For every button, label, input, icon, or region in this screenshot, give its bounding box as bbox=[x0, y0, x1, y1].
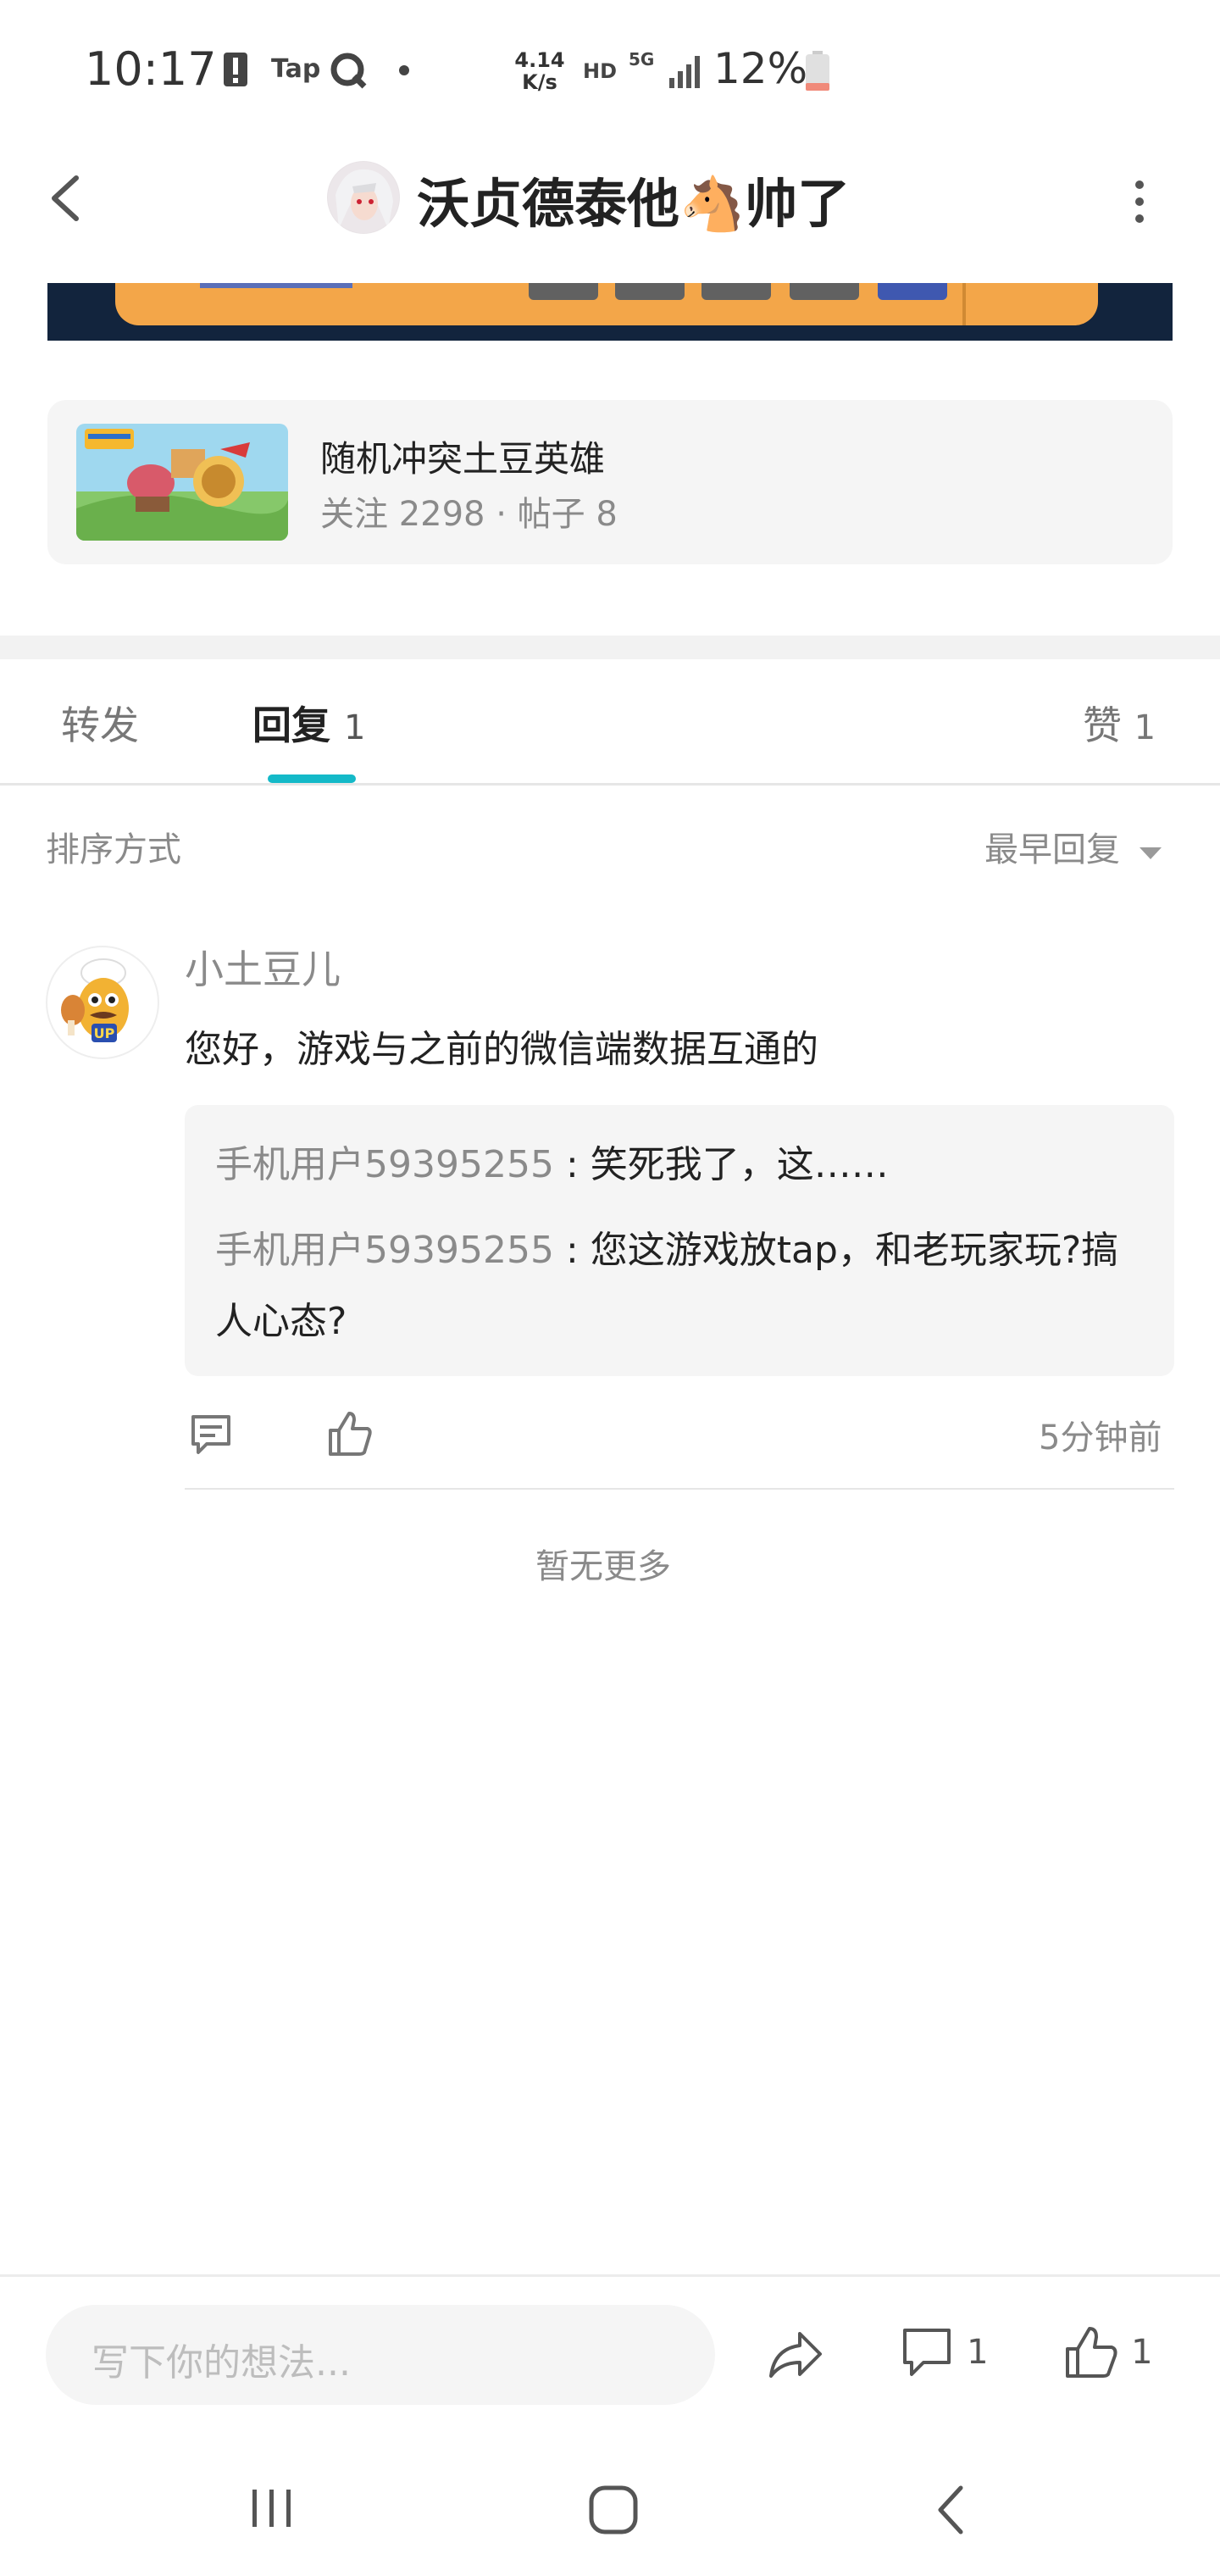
reply-user[interactable]: 手机用户59395255 bbox=[215, 1143, 554, 1186]
notification-dot-icon bbox=[399, 65, 409, 75]
post-header: 沃贞德泰他🐴帅了 bbox=[0, 136, 1220, 288]
tab-likes-count: 1 bbox=[1134, 708, 1156, 747]
network-type: 5G bbox=[629, 49, 655, 69]
nav-back-icon[interactable] bbox=[932, 2483, 969, 2537]
post-image-panel bbox=[115, 283, 1098, 325]
level-tag bbox=[529, 283, 598, 300]
tab-replies-label: 回复 bbox=[252, 702, 330, 748]
game-card[interactable]: 随机冲突土豆英雄 关注 2298 · 帖子 8 bbox=[47, 400, 1173, 564]
game-art-icon bbox=[76, 424, 288, 541]
commenter-avatar[interactable]: UP bbox=[46, 946, 159, 1059]
author-avatar[interactable] bbox=[327, 161, 400, 234]
dropdown-arrow-icon bbox=[1139, 847, 1162, 859]
tab-replies-count: 1 bbox=[344, 708, 366, 747]
speed-value: 4.14 bbox=[514, 48, 565, 72]
potato-chef-avatar-icon: UP bbox=[61, 958, 129, 1042]
share-icon[interactable] bbox=[766, 2327, 825, 2383]
q-app-icon bbox=[330, 53, 367, 89]
tab-reposts[interactable]: 转发 bbox=[61, 695, 139, 751]
status-bar: 10:17 Tap 4.14 K/s HD 5G 12% bbox=[0, 0, 1220, 136]
game-name: 随机冲突土豆英雄 bbox=[320, 438, 606, 480]
battery-icon bbox=[806, 51, 829, 91]
back-icon[interactable] bbox=[44, 173, 86, 224]
battery-percent: 12% bbox=[713, 44, 808, 93]
like-icon[interactable] bbox=[327, 1410, 373, 1457]
reply-text: : 笑死我了，这…… bbox=[553, 1143, 889, 1186]
game-stats: 关注 2298 · 帖子 8 bbox=[320, 495, 618, 534]
panel-divider bbox=[962, 283, 966, 325]
level-tag bbox=[702, 283, 771, 300]
post-image-bar bbox=[200, 283, 352, 288]
no-more-label: 暂无更多 bbox=[535, 1547, 671, 1586]
replies-preview[interactable]: 手机用户59395255 : 笑死我了，这…… 手机用户59395255 : 您… bbox=[185, 1105, 1174, 1376]
section-separator bbox=[0, 636, 1220, 659]
system-nav-bar bbox=[0, 2437, 1220, 2576]
tab-reposts-label: 转发 bbox=[61, 702, 139, 748]
signal-icon bbox=[669, 56, 700, 88]
speed-unit: K/s bbox=[522, 70, 557, 94]
comments-count-button[interactable]: 1 bbox=[900, 2325, 989, 2379]
up-badge: UP bbox=[94, 1025, 115, 1041]
game-thumbnail bbox=[76, 424, 288, 541]
comments-count: 1 bbox=[967, 2333, 989, 2372]
home-icon[interactable] bbox=[588, 2484, 639, 2535]
tabs-divider bbox=[0, 783, 1220, 786]
reply-user[interactable]: 手机用户59395255 bbox=[215, 1229, 554, 1272]
commenter-name[interactable]: 小土豆儿 bbox=[185, 939, 341, 995]
comment-divider bbox=[185, 1488, 1174, 1490]
alert-icon bbox=[224, 53, 247, 86]
level-tag bbox=[790, 283, 859, 300]
anime-avatar-icon bbox=[328, 162, 399, 233]
sort-value: 最早回复 bbox=[984, 830, 1120, 869]
thumbs-up-icon bbox=[1066, 2327, 1117, 2378]
likes-count-button[interactable]: 1 bbox=[1064, 2325, 1153, 2379]
sort-label: 排序方式 bbox=[46, 830, 181, 869]
likes-count: 1 bbox=[1131, 2333, 1153, 2372]
comment-text: 您好，游戏与之前的微信端数据互通的 bbox=[185, 1028, 818, 1071]
more-options-icon[interactable] bbox=[1127, 176, 1152, 227]
status-time: 10:17 bbox=[85, 42, 217, 96]
tab-replies[interactable]: 回复 1 bbox=[252, 695, 365, 751]
recent-apps-icon[interactable] bbox=[249, 2486, 297, 2530]
page-title: 沃贞德泰他🐴帅了 bbox=[417, 173, 851, 235]
comment-input[interactable]: 写下你的想法... bbox=[46, 2305, 715, 2405]
sort-dropdown[interactable]: 最早回复 bbox=[984, 822, 1163, 871]
network-speed: 4.14 K/s bbox=[512, 49, 568, 93]
bottom-bar-divider bbox=[0, 2274, 1220, 2277]
level-tag bbox=[615, 283, 685, 300]
level-tag bbox=[878, 283, 947, 300]
post-image[interactable] bbox=[47, 283, 1173, 341]
active-tab-indicator bbox=[268, 774, 356, 783]
comment-input-placeholder: 写下你的想法... bbox=[92, 2341, 351, 2384]
tab-likes[interactable]: 赞 1 bbox=[1083, 695, 1156, 751]
reply-item: 手机用户59395255 : 您这游戏放tap，和老玩家玩?搞人心态? bbox=[215, 1215, 1147, 1357]
comment-timestamp: 5分钟前 bbox=[1039, 1418, 1162, 1457]
reply-item: 手机用户59395255 : 笑死我了，这…… bbox=[215, 1139, 1147, 1191]
reply-icon[interactable] bbox=[188, 1412, 234, 1457]
tap-app-icon: Tap bbox=[271, 54, 321, 84]
tab-likes-label: 赞 bbox=[1083, 702, 1122, 748]
hd-label: HD bbox=[583, 59, 618, 83]
comment-bubble-icon bbox=[903, 2329, 951, 2376]
